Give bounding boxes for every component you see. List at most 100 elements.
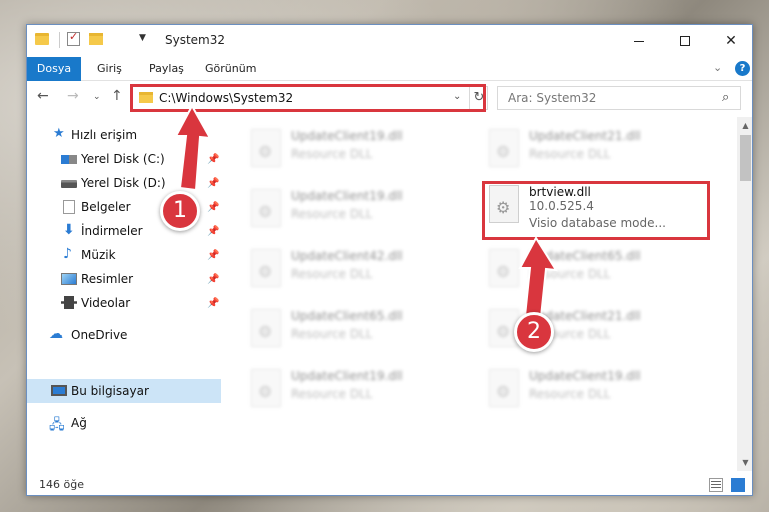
- file-name: UpdateClient19.dll: [291, 129, 403, 143]
- sidebar-item-this-pc[interactable]: Bu bilgisayar: [27, 379, 221, 403]
- file-description: Resource DLL: [291, 387, 373, 401]
- pin-icon[interactable]: 📌: [207, 178, 219, 189]
- pin-icon[interactable]: 📌: [207, 274, 219, 285]
- large-icons-view-icon[interactable]: [731, 478, 745, 492]
- sidebar-item-label: Resimler: [81, 272, 134, 286]
- sidebar-item-label: OneDrive: [71, 328, 128, 342]
- scroll-down-arrow-icon[interactable]: ▼: [737, 454, 752, 471]
- tab-share[interactable]: Paylaş: [139, 57, 194, 81]
- tab-file[interactable]: Dosya: [27, 57, 81, 81]
- pin-icon[interactable]: 📌: [207, 298, 219, 309]
- view-icon[interactable]: [109, 34, 123, 46]
- list-item[interactable]: UpdateClient65.dll Resource DLL: [481, 243, 707, 295]
- dll-file-icon: [251, 309, 281, 347]
- videos-icon: [61, 296, 77, 309]
- ribbon-tabs: Dosya Giriş Paylaş Görünüm ⌄ ?: [27, 57, 752, 81]
- new-folder-icon[interactable]: [89, 33, 103, 45]
- sidebar-item-pictures[interactable]: Resimler 📌: [27, 267, 221, 291]
- close-button[interactable]: ✕: [708, 25, 752, 57]
- pc-icon: [51, 385, 67, 396]
- status-bar: 146 öğe: [27, 473, 752, 495]
- search-placeholder: Ara: System32: [508, 91, 597, 105]
- file-description: Resource DLL: [529, 147, 611, 161]
- details-view-icon[interactable]: [709, 478, 723, 492]
- documents-icon: [63, 200, 75, 214]
- up-arrow-icon[interactable]: ↑: [111, 88, 123, 104]
- recent-locations-chevron-icon[interactable]: ⌄: [93, 92, 101, 102]
- properties-icon[interactable]: [67, 30, 80, 46]
- file-name: UpdateClient65.dll: [529, 249, 641, 263]
- sidebar-item-label: Ağ: [71, 416, 87, 430]
- sidebar-item-network[interactable]: 🖧 Ağ: [27, 411, 221, 435]
- pin-icon[interactable]: 📌: [207, 202, 219, 213]
- sidebar-item-label: Belgeler: [81, 200, 131, 214]
- drive-icon: [61, 180, 77, 188]
- music-icon: ♪: [63, 246, 72, 262]
- sidebar-item-local-disk-c[interactable]: Yerel Disk (C:) 📌: [27, 147, 221, 171]
- file-description: Resource DLL: [291, 207, 373, 221]
- scroll-up-arrow-icon[interactable]: ▲: [737, 117, 752, 134]
- sidebar-item-label: Hızlı erişim: [71, 128, 138, 142]
- back-arrow-icon[interactable]: ←: [37, 88, 49, 104]
- maximize-button[interactable]: [662, 25, 708, 57]
- dll-file-icon: [251, 189, 281, 227]
- star-icon: ★: [53, 126, 65, 141]
- file-name: UpdateClient65.dll: [291, 309, 403, 323]
- file-description: Resource DLL: [291, 327, 373, 341]
- sidebar-item-label: İndirmeler: [81, 224, 143, 238]
- help-icon[interactable]: ?: [735, 61, 750, 76]
- tab-view[interactable]: Görünüm: [195, 57, 266, 81]
- pin-icon[interactable]: 📌: [207, 226, 219, 237]
- sidebar-item-quick-access[interactable]: ★ Hızlı erişim: [27, 123, 221, 147]
- list-item[interactable]: UpdateClient19.dll Resource DLL: [243, 183, 469, 235]
- list-item[interactable]: UpdateClient21.dll Resource DLL: [481, 123, 707, 175]
- list-item[interactable]: UpdateClient65.dll Resource DLL: [243, 303, 469, 355]
- network-icon: 🖧: [49, 417, 65, 433]
- sidebar-item-onedrive[interactable]: ☁ OneDrive: [27, 323, 221, 347]
- navigation-pane: ★ Hızlı erişim Yerel Disk (C:) 📌 Yerel D…: [27, 117, 221, 471]
- expand-ribbon-chevron-icon[interactable]: ⌄: [713, 61, 722, 74]
- sidebar-item-label: Yerel Disk (C:): [81, 152, 165, 166]
- dll-file-icon: [489, 129, 519, 167]
- sidebar-item-local-disk-d[interactable]: Yerel Disk (D:) 📌: [27, 171, 221, 195]
- sidebar-item-videos[interactable]: Videolar 📌: [27, 291, 221, 315]
- dll-file-icon: [251, 249, 281, 287]
- file-list: UpdateClient19.dll Resource DLL UpdateCl…: [223, 117, 737, 471]
- forward-arrow-icon[interactable]: →: [67, 88, 79, 104]
- file-description: Resource DLL: [291, 147, 373, 161]
- file-highlight: [482, 181, 710, 240]
- address-bar-highlight: [130, 84, 486, 112]
- search-input[interactable]: Ara: System32 ⌕: [497, 86, 741, 110]
- file-name: UpdateClient21.dll: [529, 129, 641, 143]
- sidebar-item-label: Videolar: [81, 296, 131, 310]
- cloud-icon: ☁: [49, 326, 63, 342]
- file-description: Resource DLL: [291, 267, 373, 281]
- file-description: Resource DLL: [529, 387, 611, 401]
- divider: [59, 32, 60, 48]
- minimize-button[interactable]: [616, 25, 662, 57]
- pin-icon[interactable]: 📌: [207, 250, 219, 261]
- pin-icon[interactable]: 📌: [207, 154, 219, 165]
- pictures-icon: [61, 273, 77, 285]
- file-description: Resource DLL: [529, 267, 611, 281]
- list-item[interactable]: UpdateClient19.dll Resource DLL: [243, 123, 469, 175]
- customize-toolbar-chevron-icon[interactable]: ▼: [139, 33, 146, 43]
- file-name: UpdateClient42.dll: [291, 249, 403, 263]
- search-icon[interactable]: ⌕: [722, 90, 729, 105]
- downloads-icon: ⬇: [63, 222, 75, 238]
- sidebar-item-label: Yerel Disk (D:): [81, 176, 166, 190]
- step-badge-1: 1: [160, 191, 200, 231]
- sidebar-item-label: Bu bilgisayar: [71, 384, 149, 398]
- list-item[interactable]: UpdateClient19.dll Resource DLL: [481, 363, 707, 415]
- file-name: UpdateClient19.dll: [291, 189, 403, 203]
- title-bar: ▼ System32 ✕: [27, 25, 752, 57]
- sidebar-item-music[interactable]: ♪ Müzik 📌: [27, 243, 221, 267]
- list-item[interactable]: UpdateClient42.dll Resource DLL: [243, 243, 469, 295]
- dll-file-icon: [489, 369, 519, 407]
- folder-icon[interactable]: [35, 33, 49, 45]
- tab-home[interactable]: Giriş: [87, 57, 132, 81]
- scrollbar-thumb[interactable]: [740, 135, 751, 181]
- drive-icon: [61, 155, 77, 164]
- list-item[interactable]: UpdateClient19.dll Resource DLL: [243, 363, 469, 415]
- vertical-scrollbar[interactable]: ▲ ▼: [737, 117, 752, 471]
